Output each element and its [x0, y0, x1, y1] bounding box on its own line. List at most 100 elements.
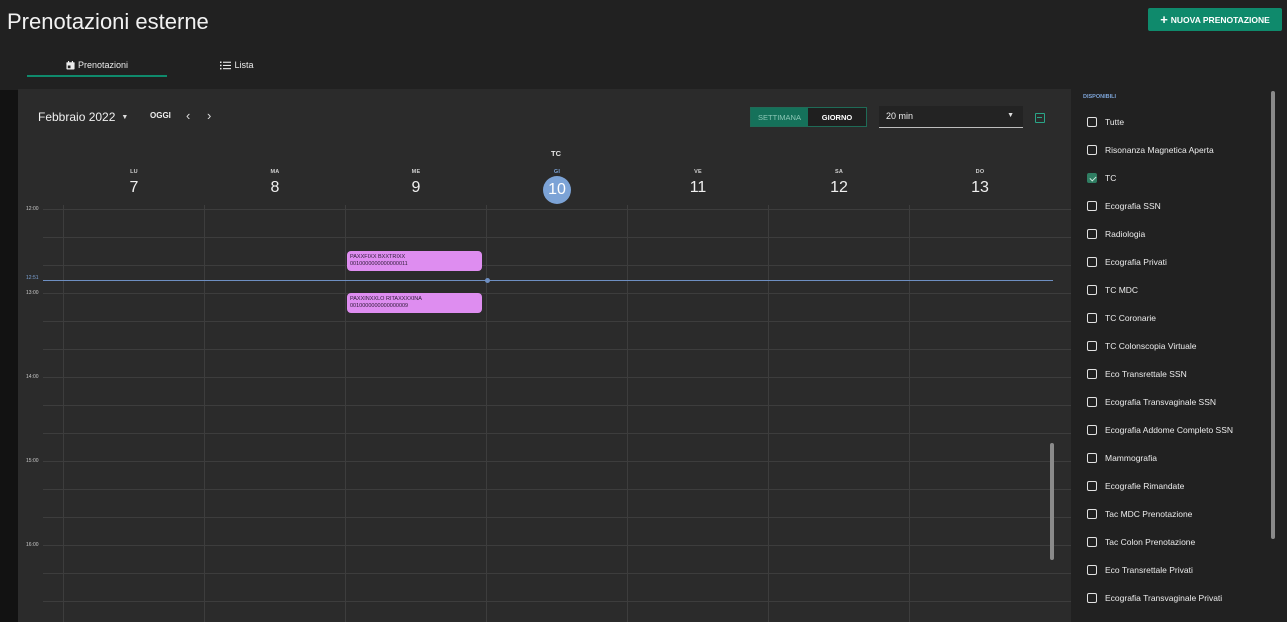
checkbox[interactable] [1087, 453, 1097, 463]
resource-sidebar: DISPONIBILI Tutte Risonanza Magnetica Ap… [1071, 89, 1287, 622]
checkbox[interactable] [1087, 565, 1097, 575]
checkbox[interactable] [1087, 425, 1097, 435]
resource-item[interactable]: Ecografia Transvaginale Privati [1087, 593, 1222, 603]
checkbox[interactable] [1087, 229, 1097, 239]
resource-item[interactable]: Tutte [1087, 117, 1124, 127]
tab-label: Prenotazioni [77, 60, 129, 70]
slot-line [43, 517, 1071, 518]
day-of-week: GI [553, 169, 561, 175]
slot-line [43, 377, 1071, 378]
resource-item[interactable]: TC [1087, 173, 1116, 183]
checkbox[interactable] [1087, 117, 1097, 127]
checkbox-checked[interactable] [1087, 173, 1097, 183]
resource-label: Ecografia Transvaginale Privati [1105, 593, 1223, 603]
checkbox[interactable] [1087, 257, 1097, 267]
calendar-panel: Febbraio 2022 ▼ OGGI ‹ › SETTIMANA GIORN… [18, 89, 1071, 622]
checkbox[interactable] [1087, 593, 1097, 603]
page-title: Prenotazioni esterne [7, 9, 209, 34]
tab-lista[interactable]: Lista [167, 52, 307, 78]
day-of-week: MA [270, 169, 280, 175]
next-week-button[interactable]: › [207, 108, 211, 123]
column-divider [486, 205, 487, 622]
time-label: 12:00 [26, 206, 39, 212]
resource-label: Ecografia SSN [1105, 201, 1161, 211]
interval-select[interactable]: 20 min ▼ [879, 106, 1023, 128]
day-view-button[interactable]: GIORNO [808, 108, 866, 126]
interval-value: 20 min [886, 111, 914, 121]
event-code: 0010000000000000009 [350, 302, 409, 309]
checkbox[interactable] [1087, 397, 1097, 407]
resource-item[interactable]: Eco Transrettale SSN [1087, 369, 1187, 379]
column-divider [204, 205, 205, 622]
slot-line [43, 265, 1071, 266]
resource-item[interactable]: TC Coronarie [1087, 313, 1156, 323]
resource-item[interactable]: Ecografia Transvaginale SSN [1087, 397, 1216, 407]
checkbox[interactable] [1087, 201, 1097, 211]
column-divider [909, 205, 910, 622]
day-of-week: ME [411, 169, 421, 175]
checkbox[interactable] [1087, 537, 1097, 547]
prev-week-button[interactable]: ‹ [186, 108, 190, 123]
resource-item[interactable]: Eco Transrettale Privati [1087, 565, 1193, 575]
checkbox[interactable] [1087, 145, 1097, 155]
list-icon [220, 61, 232, 69]
day-number: 12 [830, 179, 848, 196]
resource-item[interactable]: TC Colonscopia Virtuale [1087, 341, 1197, 351]
column-divider [768, 205, 769, 622]
exit-icon[interactable] [1035, 113, 1045, 123]
checkbox[interactable] [1087, 341, 1097, 351]
resource-label: TC MDC [1105, 285, 1139, 295]
day-header[interactable]: LU 7 [104, 169, 164, 197]
column-divider [63, 205, 64, 622]
column-divider [345, 205, 346, 622]
new-booking-button[interactable]: + NUOVA PRENOTAZIONE [1148, 8, 1282, 31]
resource-label: Eco Transrettale SSN [1105, 369, 1187, 379]
day-header-today[interactable]: GI 10 [527, 169, 587, 204]
event-code: 0010000000000000011 [350, 260, 408, 267]
resource-label: TC [551, 149, 561, 158]
resource-label: Radiologia [1105, 229, 1146, 239]
day-header[interactable]: ME 9 [386, 169, 446, 197]
resource-item[interactable]: Tac Colon Prenotazione [1087, 537, 1195, 547]
resource-label: Ecografia Privati [1105, 257, 1167, 267]
resource-item[interactable]: Risonanza Magnetica Aperta [1087, 145, 1214, 155]
resource-item[interactable]: Ecografia Addome Completo SSN [1087, 425, 1233, 435]
caret-down-icon: ▼ [1007, 112, 1014, 119]
checkbox[interactable] [1087, 313, 1097, 323]
event-patient: PAXXFIXX BXXTRIXX [350, 254, 406, 260]
resource-item[interactable]: Ecografie Rimandate [1087, 481, 1184, 491]
time-label: 13:00 [26, 290, 39, 296]
today-button[interactable]: OGGI [150, 111, 171, 120]
resource-item[interactable]: Ecografia SSN [1087, 201, 1161, 211]
calendar-scrollbar[interactable] [1050, 443, 1054, 560]
checkbox[interactable] [1087, 369, 1097, 379]
booking-event[interactable]: PAXXFIXX BXXTRIXX 0010000000000000011 [347, 251, 482, 271]
resource-label: Tac Colon Prenotazione [1105, 537, 1196, 547]
month-selector[interactable]: Febbraio 2022 ▼ [38, 110, 128, 124]
week-view-button[interactable]: SETTIMANA [751, 108, 808, 126]
current-time-dot [485, 278, 490, 283]
resource-label: TC [1105, 173, 1117, 183]
day-header[interactable]: DO 13 [950, 169, 1010, 197]
day-header[interactable]: SA 12 [809, 169, 869, 197]
resource-item[interactable]: Mammografia [1087, 453, 1157, 463]
checkbox[interactable] [1087, 285, 1097, 295]
resource-item[interactable]: Radiologia [1087, 229, 1145, 239]
slot-line [43, 321, 1071, 322]
checkbox[interactable] [1087, 481, 1097, 491]
day-number: 9 [411, 179, 421, 196]
checkbox[interactable] [1087, 509, 1097, 519]
slot-line [43, 601, 1071, 602]
resource-label: Tutte [1105, 117, 1125, 127]
view-toggle: SETTIMANA GIORNO [750, 107, 867, 127]
active-tab-indicator [27, 75, 167, 77]
resource-item[interactable]: Tac MDC Prenotazione [1087, 509, 1192, 519]
resource-item[interactable]: TC MDC [1087, 285, 1138, 295]
day-of-week: DO [975, 169, 985, 175]
resource-item[interactable]: Ecografia Privati [1087, 257, 1167, 267]
slot-line [43, 545, 1071, 546]
day-header[interactable]: VE 11 [668, 169, 728, 197]
booking-event[interactable]: PAXXINXXLO RITAXXXXINA 00100000000000000… [347, 293, 482, 313]
sidebar-scrollbar[interactable] [1271, 91, 1275, 539]
day-header[interactable]: MA 8 [245, 169, 305, 197]
